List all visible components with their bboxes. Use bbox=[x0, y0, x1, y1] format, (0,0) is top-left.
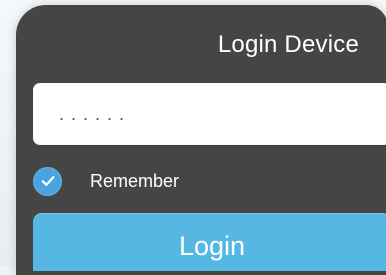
screenshot-frame: Login Device ...... Remember Login bbox=[0, 0, 386, 275]
remember-label: Remember bbox=[90, 171, 180, 191]
page-title: Login Device bbox=[217, 31, 359, 58]
login-button[interactable]: Login bbox=[33, 213, 386, 271]
login-panel: Login Device ...... Remember Login bbox=[16, 5, 386, 275]
remember-toggle[interactable]: Remember bbox=[33, 165, 179, 197]
check-circle-icon[interactable] bbox=[33, 166, 62, 196]
password-field[interactable]: ...... bbox=[33, 83, 386, 145]
